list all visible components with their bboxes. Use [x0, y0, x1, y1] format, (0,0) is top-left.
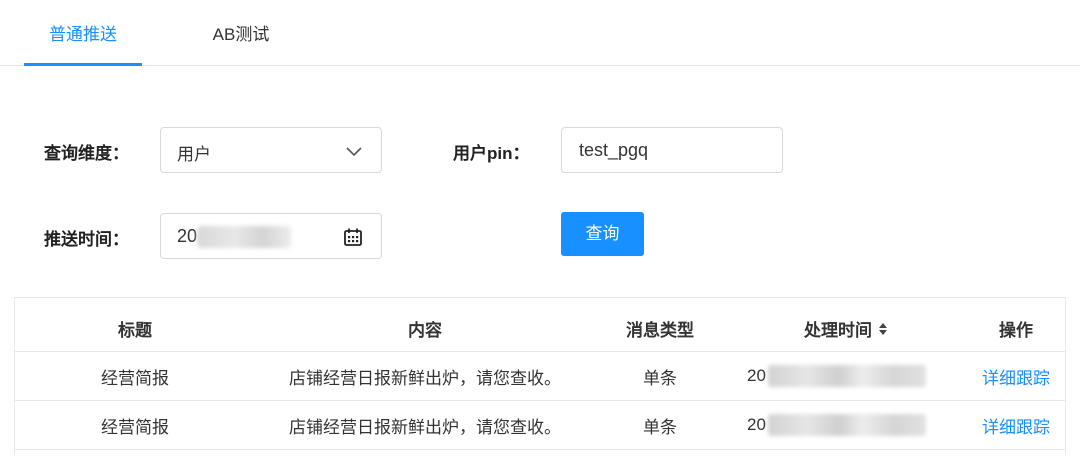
- table-header-row: 标题 内容 消息类型 处理时间 操作: [15, 306, 1065, 352]
- user-pin-value: test_pgq: [579, 140, 649, 160]
- row-process-time: 20: [725, 352, 967, 400]
- row-time-prefix: 20: [747, 366, 766, 385]
- header-title: 标题: [118, 321, 152, 340]
- header-process-time[interactable]: 处理时间: [725, 306, 967, 351]
- header-actions: 操作: [999, 321, 1033, 340]
- sort-icon[interactable]: [878, 322, 888, 336]
- row-time-prefix: 20: [747, 415, 766, 434]
- redacted-time: [767, 414, 926, 436]
- row-content: 店铺经营日报新鲜出炉，请您查收。: [289, 417, 561, 437]
- table-row: 经营简报 店铺经营日报新鲜出炉，请您查收。 单条 20 详细跟踪: [15, 401, 1065, 450]
- header-content: 内容: [408, 321, 442, 340]
- row-title: 经营简报: [101, 368, 169, 388]
- chevron-down-icon: [346, 147, 362, 157]
- detail-track-link[interactable]: 详细跟踪: [967, 401, 1065, 449]
- dimension-select-value: 用户: [177, 145, 211, 164]
- tab-normal-push[interactable]: 普通推送: [24, 20, 142, 66]
- push-time-label: 推送时间：: [44, 230, 129, 249]
- user-pin-label: 用户pin：: [453, 144, 530, 163]
- row-content: 店铺经营日报新鲜出炉，请您查收。: [289, 368, 561, 388]
- table-row: 经营简报 店铺经营日报新鲜出炉，请您查收。 单条 20 详细跟踪: [15, 352, 1065, 401]
- redacted-date: [197, 226, 291, 248]
- query-button[interactable]: 查询: [561, 212, 644, 256]
- push-records-table: 标题 内容 消息类型 处理时间 操作 经营简报 店铺经营日报新鲜出炉，请您查收。…: [14, 297, 1066, 456]
- redacted-time: [767, 365, 926, 387]
- dimension-label: 查询维度：: [44, 144, 129, 163]
- push-time-value: 20: [177, 226, 198, 246]
- row-message-type: 单条: [643, 368, 677, 388]
- row-title: 经营简报: [101, 417, 169, 437]
- calendar-icon: [344, 228, 362, 246]
- push-time-picker[interactable]: 20: [160, 213, 382, 259]
- tab-ab-test[interactable]: AB测试: [186, 20, 296, 66]
- header-process-time-label: 处理时间: [804, 321, 872, 340]
- active-tab-indicator: [24, 63, 142, 66]
- row-message-type: 单条: [643, 417, 677, 437]
- row-process-time: 20: [725, 401, 967, 449]
- dimension-select[interactable]: 用户: [160, 127, 382, 173]
- detail-track-link[interactable]: 详细跟踪: [967, 352, 1065, 400]
- tab-bar: 普通推送 AB测试: [0, 0, 1080, 66]
- user-pin-input[interactable]: test_pgq: [561, 127, 783, 173]
- header-message-type: 消息类型: [626, 321, 694, 340]
